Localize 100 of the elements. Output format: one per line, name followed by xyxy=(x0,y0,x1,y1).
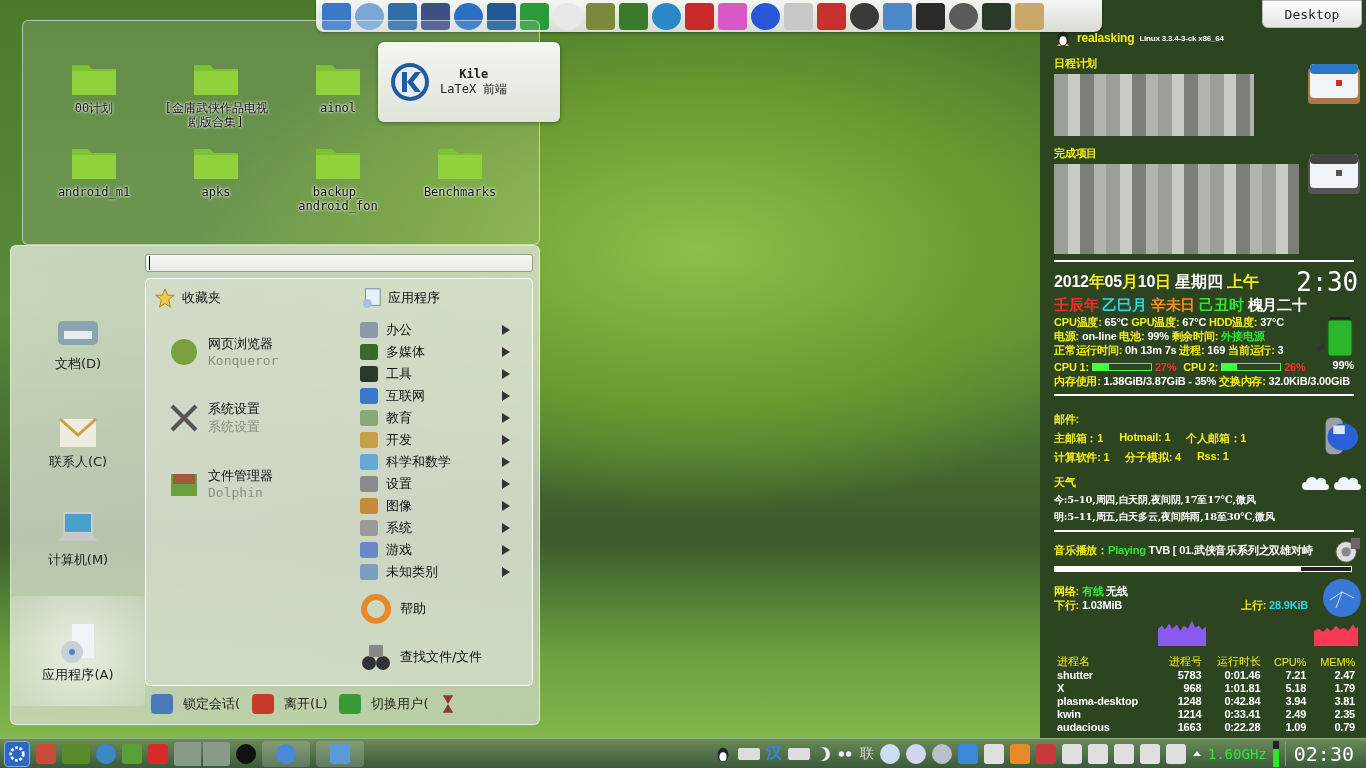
category-icon xyxy=(360,409,378,426)
download-text: 下行: xyxy=(1054,599,1081,611)
submenu-arrow-icon xyxy=(502,324,510,335)
table-cell-text: 1214 xyxy=(1176,708,1203,721)
category-item[interactable]: 科学和数学 xyxy=(360,450,524,473)
status-text: 37°C xyxy=(1259,316,1284,328)
keyboard-icon[interactable] xyxy=(737,747,760,760)
hourglass-icon xyxy=(440,692,455,715)
category-item[interactable]: 办公 xyxy=(360,318,524,341)
table-cell-text: 3.94 xyxy=(1284,695,1308,708)
download-text: 1.03MiB xyxy=(1081,599,1123,611)
folder-label[interactable]: apks xyxy=(160,185,272,199)
submenu-arrow-icon xyxy=(502,544,510,555)
status-text: GPU温度: xyxy=(1131,316,1180,328)
category-item[interactable]: 互联网 xyxy=(360,384,524,407)
clock: 2:30 xyxy=(1296,267,1358,297)
session-button[interactable]: 切换用户( xyxy=(339,693,429,714)
app-icon[interactable] xyxy=(949,2,978,30)
app-icon[interactable] xyxy=(850,2,879,30)
status-text: 67°C xyxy=(1181,316,1208,328)
app-icon[interactable] xyxy=(916,2,945,30)
place-item[interactable]: 应用程序(A) xyxy=(11,596,145,706)
column-header: MEM% xyxy=(1319,654,1356,669)
category-icon xyxy=(360,365,378,382)
category-icon xyxy=(360,497,378,514)
status-text: CPU温度: xyxy=(1054,316,1102,328)
table-cell-text: 2.49 xyxy=(1284,708,1308,721)
session-button[interactable]: 锁定会话( xyxy=(151,693,241,714)
category-item[interactable]: 开发 xyxy=(360,428,524,451)
category-item[interactable]: 工具 xyxy=(360,362,524,385)
app-icon[interactable] xyxy=(421,2,450,30)
category-item[interactable]: 未知类别 xyxy=(360,560,524,583)
section-title: 日程计划 xyxy=(1054,56,1099,71)
action-item[interactable]: 查找文件/文件 xyxy=(360,634,524,679)
folder-label[interactable]: Benchmarks xyxy=(404,185,516,199)
place-item[interactable]: 计算机(M) xyxy=(11,490,145,582)
music-text: TVB [ 01.武侠音乐系列之双雄对峙 xyxy=(1148,543,1313,556)
table-cell-text: X xyxy=(1056,682,1066,695)
penguin-icon xyxy=(1054,29,1072,47)
status-text: 65°C xyxy=(1103,316,1130,328)
table-cell-text: 0:22.28 xyxy=(1223,721,1262,734)
category-item[interactable]: 图像 xyxy=(360,494,524,517)
place-item[interactable]: 联系人(C) xyxy=(11,392,145,484)
category-icon xyxy=(360,431,378,448)
sphere-icon[interactable] xyxy=(879,743,900,764)
network-text: 无线 xyxy=(1106,585,1128,597)
cloud-icon xyxy=(1334,475,1362,491)
lunar-date-text: 乙巳月 xyxy=(1102,296,1148,313)
status-text: 99% xyxy=(1146,330,1170,342)
sphere-icon[interactable] xyxy=(905,743,926,764)
folder-label[interactable]: [金庸武侠作品电视剧版合集] xyxy=(160,101,272,129)
category-item[interactable]: 系统 xyxy=(360,516,524,539)
calendar-icon xyxy=(1306,152,1362,196)
submenu-arrow-icon xyxy=(502,478,510,489)
action-item[interactable]: 帮助 xyxy=(360,586,524,631)
network-text: 网络: xyxy=(1054,585,1081,597)
input-mode-indicator[interactable]: 联 xyxy=(859,744,874,763)
app-icon[interactable] xyxy=(982,2,1011,30)
favorite-item[interactable]: 文件管理器 Dolphin xyxy=(168,450,360,517)
category-icon xyxy=(360,321,378,338)
folder-label[interactable]: android_m1 xyxy=(38,185,150,199)
submenu-arrow-icon xyxy=(502,412,510,423)
place-item[interactable]: 文档(D) xyxy=(11,294,145,386)
column-header: CPU% xyxy=(1273,654,1308,669)
category-item[interactable]: 教育 xyxy=(360,406,524,429)
submenu-arrow-icon xyxy=(502,456,510,467)
category-icon xyxy=(360,563,378,580)
search-field[interactable] xyxy=(145,254,533,272)
favorite-item[interactable]: 系统设置 系统设置 xyxy=(168,384,360,451)
upload-text: 28.9KiB xyxy=(1269,599,1308,611)
folder-label[interactable]: 00计划 xyxy=(38,101,150,115)
table-cell-text: kwin xyxy=(1056,708,1082,721)
app-icon[interactable] xyxy=(487,2,516,30)
launcher-button[interactable] xyxy=(4,740,30,767)
desktop-button[interactable]: Desktop xyxy=(1262,0,1362,28)
table-cell-text: audacious xyxy=(1056,721,1111,734)
favorite-item[interactable]: 网页浏览器 Konqueror xyxy=(168,318,360,385)
lock-icon xyxy=(151,693,173,714)
section-title: 邮件: xyxy=(1054,412,1081,427)
session-button[interactable]: 离开(L) xyxy=(252,693,328,714)
status-text: 外接电源 xyxy=(1220,330,1265,342)
folder-label[interactable]: backup_ android_fon xyxy=(282,185,394,213)
battery-icon xyxy=(1314,315,1354,359)
status-text: 电池: xyxy=(1119,330,1145,342)
mail-count: 分子模拟: 4 xyxy=(1125,450,1181,465)
category-item[interactable]: 游戏 xyxy=(360,538,524,561)
category-item[interactable]: 设置 xyxy=(360,472,524,495)
keyboard-icon[interactable] xyxy=(787,747,810,760)
lunar-date-text: 辛未日 xyxy=(1150,296,1197,313)
memory-text: 32.0KiB/3.00GiB xyxy=(1267,375,1350,387)
clock[interactable]: 02:30 xyxy=(1284,741,1362,766)
mail-count: 个人邮箱：1 xyxy=(1186,431,1247,446)
status-text: 剩余时间: xyxy=(1171,330,1219,342)
table-cell-text: 3.81 xyxy=(1333,695,1356,708)
category-item[interactable]: 多媒体 xyxy=(360,340,524,363)
date-text: 05 xyxy=(1104,272,1122,290)
applications-icon xyxy=(360,286,382,309)
table-cell-text: 5.18 xyxy=(1284,682,1308,695)
upload-text: 上行: xyxy=(1241,599,1268,611)
cpu-reading: 27% xyxy=(1154,360,1177,374)
